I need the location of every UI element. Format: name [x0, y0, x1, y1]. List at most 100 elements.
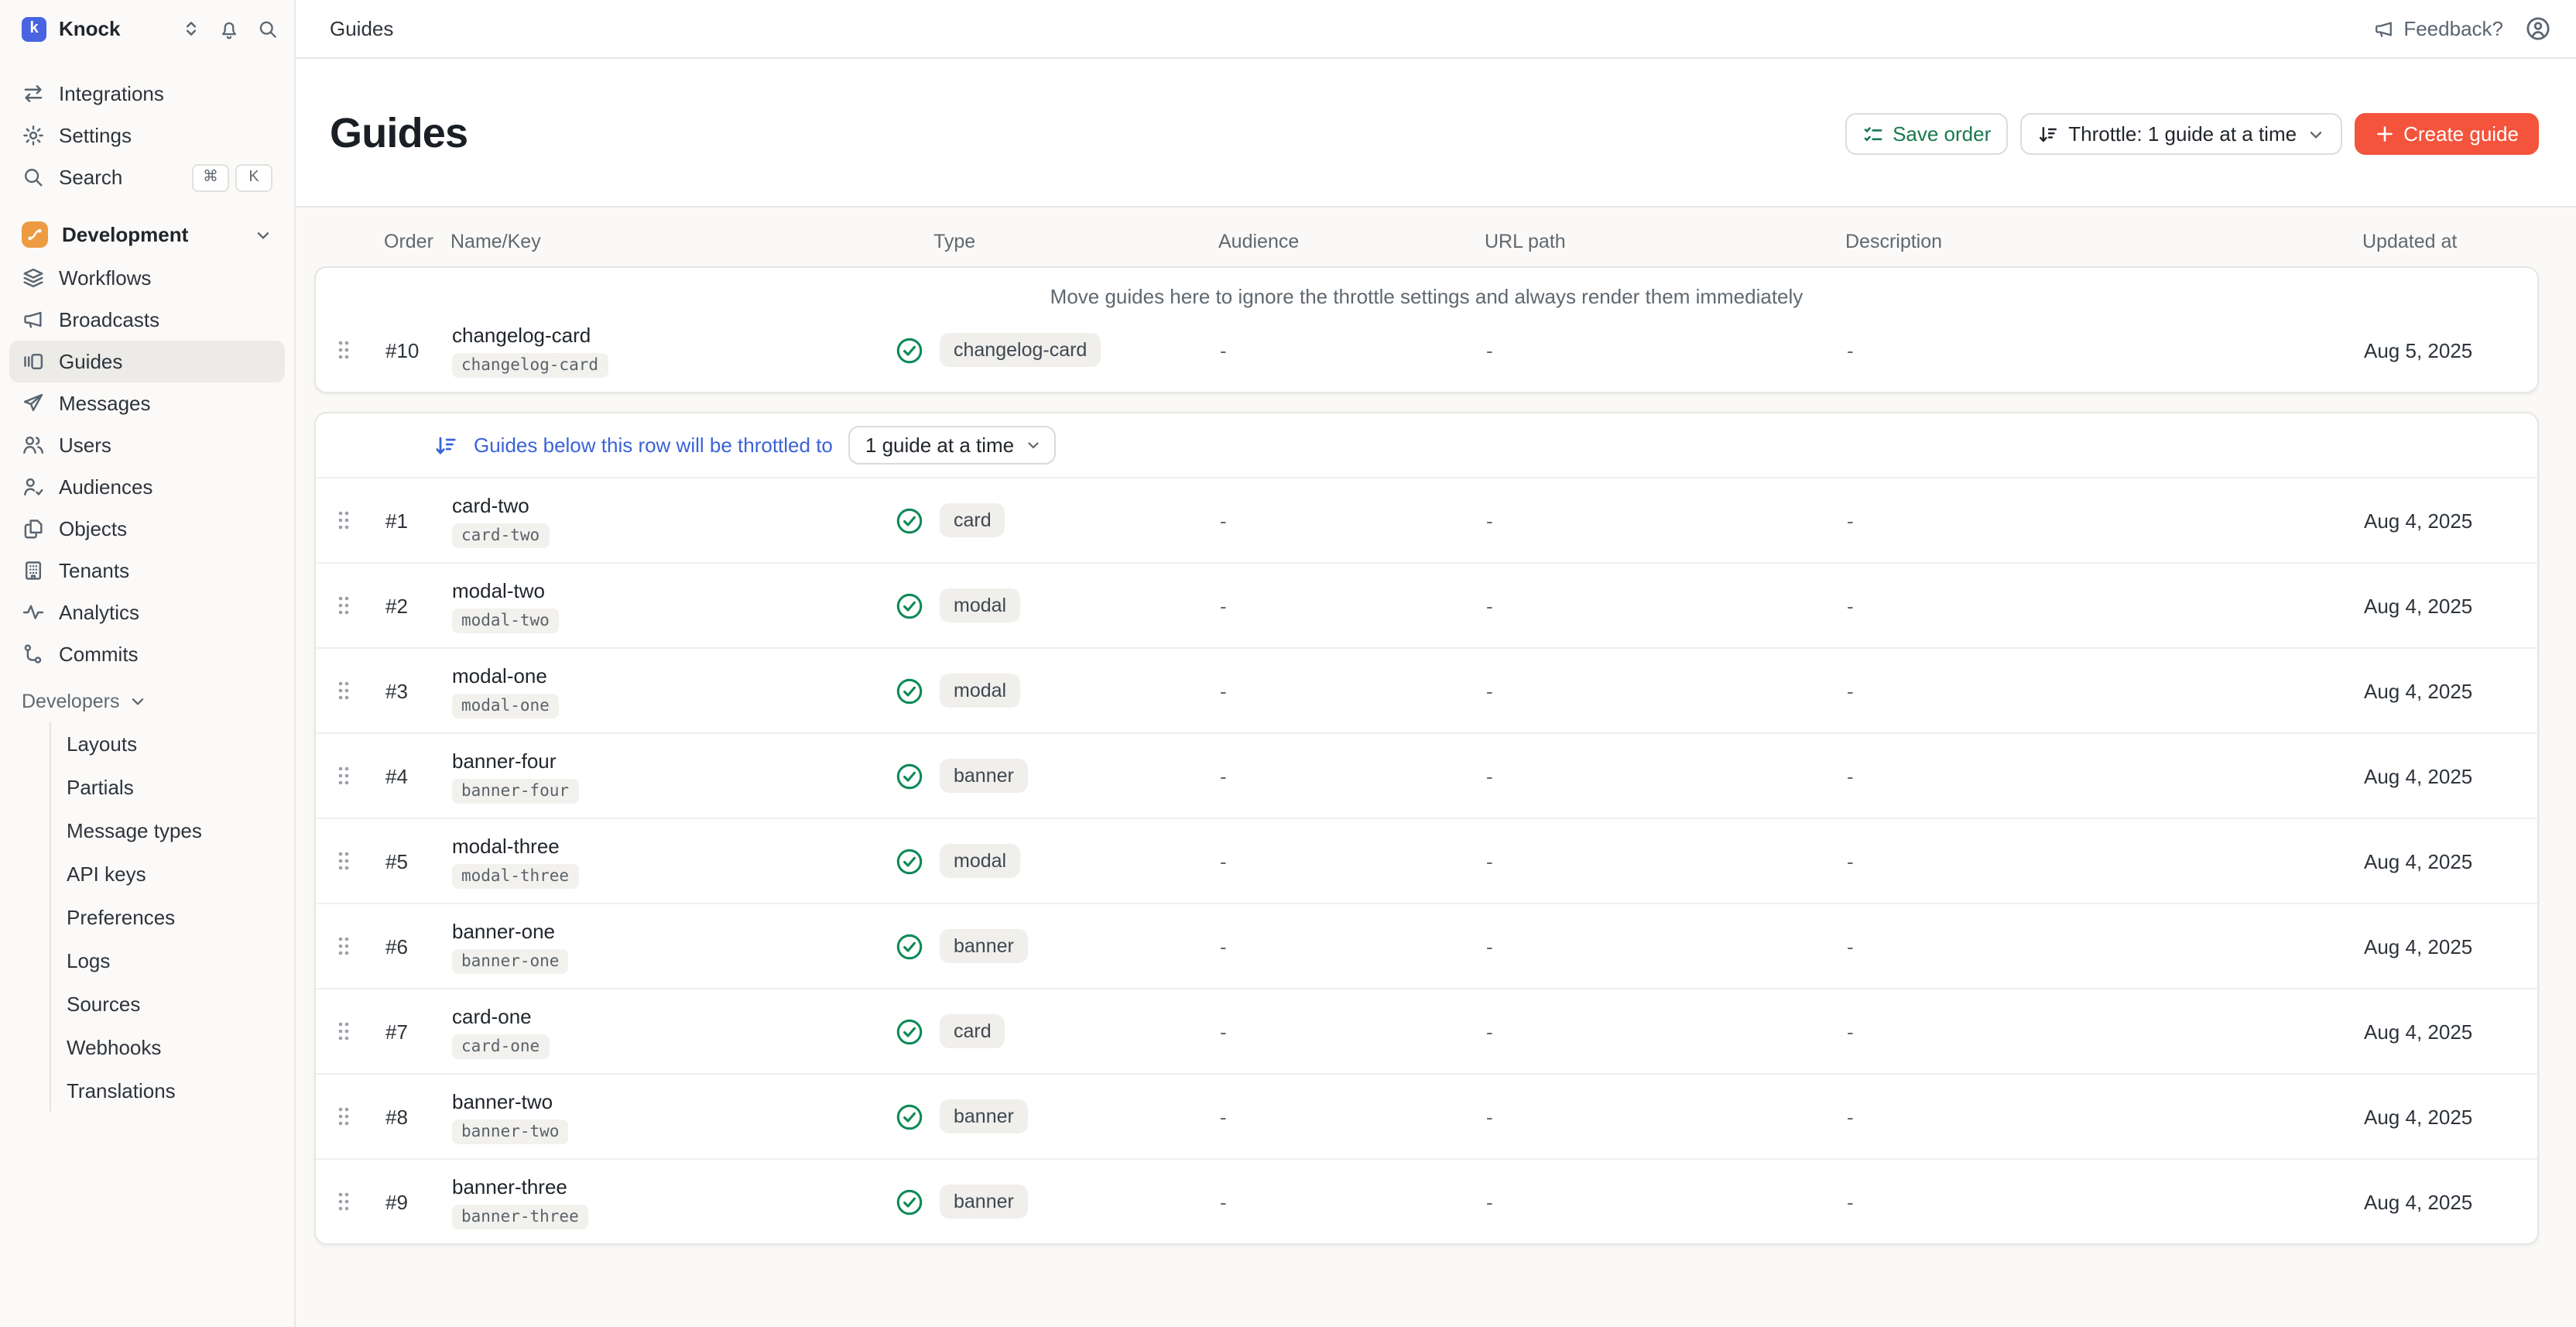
- sidebar-item-commits[interactable]: Commits: [9, 633, 285, 675]
- sidebar-item-workflows[interactable]: Workflows: [9, 257, 285, 299]
- building-icon: [22, 559, 45, 582]
- main-area: Guides Feedback? Guides Save order Throt…: [296, 0, 2576, 1327]
- nav-item-label: Audiences: [59, 475, 152, 499]
- unthrottled-group-card: Move guides here to ignore the throttle …: [314, 266, 2539, 393]
- guide-key: banner-one: [452, 948, 568, 973]
- guide-row[interactable]: #1card-twocard-twocard---Aug 4, 2025: [316, 478, 2537, 562]
- sidebar-item-message-types[interactable]: Message types: [51, 808, 285, 852]
- save-order-button[interactable]: Save order: [1845, 113, 2008, 155]
- guide-order: #5: [372, 849, 440, 873]
- drag-handle[interactable]: [316, 1191, 372, 1212]
- sidebar-item-audiences[interactable]: Audiences: [9, 466, 285, 508]
- environment-label: Development: [62, 223, 188, 246]
- chevron-down-icon: [1025, 437, 1042, 454]
- drag-handle[interactable]: [316, 1020, 372, 1042]
- sidebar-item-settings[interactable]: Settings: [9, 115, 285, 156]
- guide-key: banner-three: [452, 1204, 588, 1229]
- sidebar-item-api-keys[interactable]: API keys: [51, 852, 285, 895]
- sidebar-item-preferences[interactable]: Preferences: [51, 895, 285, 938]
- sidebar-item-broadcasts[interactable]: Broadcasts: [9, 299, 285, 341]
- guide-description: -: [1839, 594, 2356, 617]
- drag-handle[interactable]: [316, 339, 372, 361]
- guide-updated-at: Aug 4, 2025: [2356, 679, 2537, 702]
- throttle-amount-select[interactable]: 1 guide at a time: [848, 426, 1056, 465]
- environment-switcher[interactable]: Development: [9, 212, 285, 257]
- guide-name-key: modal-threemodal-three: [440, 820, 892, 902]
- guide-row[interactable]: #6banner-onebanner-onebanner---Aug 4, 20…: [316, 903, 2537, 988]
- sidebar-item-search[interactable]: Search⌘K: [9, 156, 285, 198]
- search-icon: [22, 166, 45, 189]
- sidebar-item-logs[interactable]: Logs: [51, 938, 285, 982]
- feedback-button[interactable]: Feedback?: [2372, 17, 2503, 40]
- nav-gap: [9, 198, 285, 212]
- drag-handle[interactable]: [316, 935, 372, 957]
- guide-description: -: [1839, 1105, 2356, 1128]
- guide-description: -: [1839, 764, 2356, 787]
- throttled-group-card: Guides below this row will be throttled …: [314, 412, 2539, 1245]
- drag-handle[interactable]: [316, 509, 372, 531]
- guide-row[interactable]: #4banner-fourbanner-fourbanner---Aug 4, …: [316, 732, 2537, 818]
- guides-icon: [22, 350, 45, 373]
- sidebar-item-partials[interactable]: Partials: [51, 765, 285, 808]
- feedback-label: Feedback?: [2403, 17, 2503, 40]
- drag-handle[interactable]: [316, 595, 372, 616]
- throttle-select[interactable]: Throttle: 1 guide at a time: [2020, 113, 2341, 155]
- pulse-icon: [22, 601, 45, 624]
- guide-row[interactable]: #9banner-threebanner-threebanner---Aug 4…: [316, 1158, 2537, 1243]
- guide-order: #8: [372, 1105, 440, 1128]
- sidebar-item-objects[interactable]: Objects: [9, 508, 285, 550]
- sidebar-item-translations[interactable]: Translations: [51, 1068, 285, 1112]
- guide-row[interactable]: #2modal-twomodal-twomodal---Aug 4, 2025: [316, 562, 2537, 647]
- kbd-key: ⌘: [192, 163, 229, 191]
- column-header-type: Type: [890, 231, 1209, 252]
- column-header-url-path: URL path: [1475, 231, 1838, 252]
- drag-handle[interactable]: [316, 1106, 372, 1127]
- guide-type-cell: card: [892, 1014, 1211, 1048]
- guide-url-path: -: [1477, 594, 1839, 617]
- guide-order: #7: [372, 1020, 440, 1043]
- sidebar-item-webhooks[interactable]: Webhooks: [51, 1025, 285, 1068]
- developers-section-toggle[interactable]: Developers: [9, 681, 285, 722]
- unthrottled-banner: Move guides here to ignore the throttle …: [316, 268, 2537, 308]
- guide-row[interactable]: #3modal-onemodal-onemodal---Aug 4, 2025: [316, 647, 2537, 732]
- nav-item-label: Messages: [59, 392, 151, 415]
- guide-key: card-two: [452, 523, 549, 547]
- developers-label: Developers: [22, 691, 119, 712]
- sidebar-item-sources[interactable]: Sources: [51, 982, 285, 1025]
- workspace-switcher-icon[interactable]: [181, 19, 201, 39]
- guide-row[interactable]: #8banner-twobanner-twobanner---Aug 4, 20…: [316, 1073, 2537, 1158]
- guide-order: #6: [372, 934, 440, 958]
- nav-item-label: Commits: [59, 643, 139, 666]
- guide-type-cell: modal: [892, 844, 1211, 878]
- nav-item-label: Integrations: [59, 82, 164, 105]
- search-icon[interactable]: [257, 18, 279, 39]
- check-circle-icon: [895, 846, 924, 876]
- guide-name: banner-three: [452, 1174, 567, 1198]
- sidebar-item-messages[interactable]: Messages: [9, 382, 285, 424]
- guide-row[interactable]: #5modal-threemodal-threemodal---Aug 4, 2…: [316, 818, 2537, 903]
- guide-row[interactable]: #7card-onecard-onecard---Aug 4, 2025: [316, 988, 2537, 1073]
- account-avatar-icon[interactable]: [2525, 15, 2551, 42]
- sidebar-item-integrations[interactable]: Integrations: [9, 73, 285, 115]
- drag-handle[interactable]: [316, 850, 372, 872]
- sidebar-item-guides[interactable]: Guides: [9, 341, 285, 382]
- drag-handle[interactable]: [316, 765, 372, 787]
- sidebar-item-tenants[interactable]: Tenants: [9, 550, 285, 591]
- person-check-icon: [22, 475, 45, 499]
- sidebar-item-layouts[interactable]: Layouts: [51, 722, 285, 765]
- sidebar-item-users[interactable]: Users: [9, 424, 285, 466]
- drag-handle[interactable]: [316, 680, 372, 701]
- guide-audience: -: [1211, 1020, 1477, 1043]
- guide-description: -: [1839, 509, 2356, 532]
- guide-audience: -: [1211, 849, 1477, 873]
- guide-description: -: [1839, 1190, 2356, 1213]
- create-guide-button[interactable]: Create guide: [2354, 113, 2539, 155]
- guide-type-badge: modal: [940, 844, 1020, 878]
- guide-name-key: banner-fourbanner-four: [440, 735, 892, 817]
- guide-type-badge: modal: [940, 588, 1020, 622]
- search-shortcut: ⌘K: [192, 163, 272, 191]
- sidebar-item-analytics[interactable]: Analytics: [9, 591, 285, 633]
- notifications-bell-icon[interactable]: [218, 18, 240, 39]
- guide-row[interactable]: #10changelog-cardchangelog-cardchangelog…: [316, 308, 2537, 392]
- guide-name: banner-two: [452, 1089, 553, 1113]
